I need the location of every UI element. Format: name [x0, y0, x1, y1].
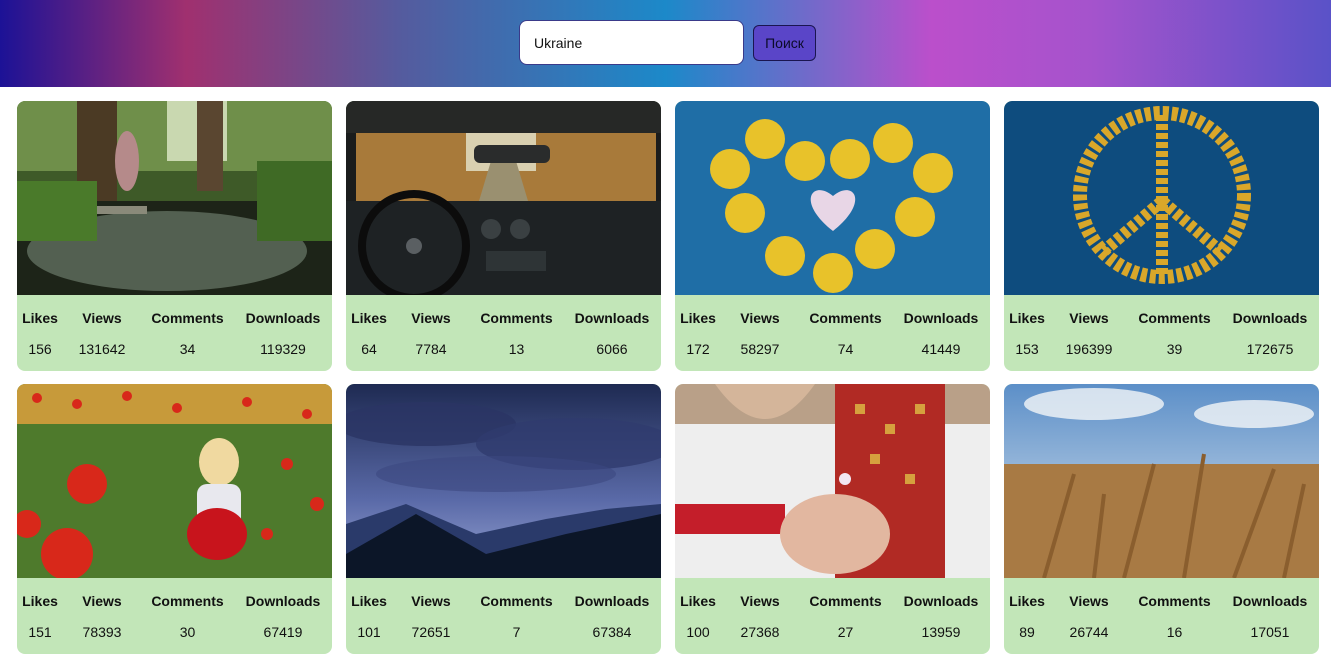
likes-label: Likes: [351, 593, 387, 609]
image-card: Likes Views Comments Downloads 89 26744 …: [1004, 384, 1319, 654]
photo-wheat-field[interactable]: [1004, 384, 1319, 578]
photo-embroidered-shirt[interactable]: [675, 384, 990, 578]
views-value: 78393: [82, 624, 122, 640]
image-card: Likes Views Comments Downloads 100 27368…: [675, 384, 990, 654]
views-value: 72651: [411, 624, 451, 640]
downloads-value: 6066: [596, 341, 628, 357]
likes-value: 100: [686, 624, 710, 640]
downloads-label: Downloads: [903, 593, 979, 609]
comments-value: 39: [1166, 341, 1183, 357]
downloads-value: 67384: [592, 624, 632, 640]
image-card: Likes Views Comments Downloads 64 7784 1…: [346, 101, 661, 371]
photo-poppy-field[interactable]: [17, 384, 332, 578]
likes-value: 151: [28, 624, 52, 640]
downloads-value: 17051: [1250, 624, 1290, 640]
downloads-label: Downloads: [1232, 593, 1308, 609]
comments-label: Comments: [809, 593, 882, 609]
views-value: 196399: [1065, 341, 1113, 357]
views-value: 26744: [1069, 624, 1109, 640]
views-value: 58297: [740, 341, 780, 357]
downloads-value: 119329: [260, 341, 306, 357]
comments-value: 7: [512, 624, 521, 640]
views-label: Views: [1069, 310, 1109, 326]
image-card: Likes Views Comments Downloads 101 72651…: [346, 384, 661, 654]
photo-mountain-sky[interactable]: [346, 384, 661, 578]
comments-value: 13: [508, 341, 525, 357]
comments-label: Comments: [480, 310, 553, 326]
downloads-value: 41449: [921, 341, 961, 357]
photo-girl-by-stream[interactable]: [17, 101, 332, 295]
search-input[interactable]: [519, 20, 744, 65]
comments-label: Comments: [151, 310, 224, 326]
views-value: 7784: [415, 341, 447, 357]
header-bar: Поиск: [0, 0, 1331, 87]
views-value: 27368: [740, 624, 780, 640]
views-label: Views: [740, 310, 780, 326]
views-label: Views: [82, 310, 122, 326]
views-label: Views: [411, 310, 451, 326]
downloads-label: Downloads: [903, 310, 979, 326]
search-button[interactable]: Поиск: [753, 24, 816, 61]
downloads-label: Downloads: [574, 593, 650, 609]
photo-car-dashboard[interactable]: [346, 101, 661, 295]
comments-value: 27: [837, 624, 854, 640]
image-card: Likes Views Comments Downloads 153 19639…: [1004, 101, 1319, 371]
comments-value: 74: [837, 341, 854, 357]
likes-value: 64: [361, 341, 377, 357]
views-label: Views: [1069, 593, 1109, 609]
likes-value: 89: [1019, 624, 1035, 640]
likes-label: Likes: [1009, 593, 1045, 609]
comments-value: 30: [179, 624, 196, 640]
likes-label: Likes: [351, 310, 387, 326]
search-form: Поиск: [519, 20, 816, 65]
likes-label: Likes: [22, 310, 58, 326]
downloads-label: Downloads: [574, 310, 650, 326]
likes-label: Likes: [22, 593, 58, 609]
comments-label: Comments: [809, 310, 882, 326]
downloads-value: 172675: [1246, 341, 1294, 357]
image-card: Likes Views Comments Downloads 151 78393…: [17, 384, 332, 654]
downloads-label: Downloads: [1232, 310, 1308, 326]
comments-value: 16: [1166, 624, 1183, 640]
comments-label: Comments: [1138, 310, 1211, 326]
downloads-value: 67419: [263, 624, 303, 640]
image-gallery: Likes Views Comments Downloads 156 13164…: [17, 101, 1319, 654]
comments-value: 34: [179, 341, 196, 357]
views-label: Views: [740, 593, 780, 609]
comments-label: Comments: [480, 593, 553, 609]
views-label: Views: [411, 593, 451, 609]
likes-value: 156: [28, 341, 52, 357]
downloads-label: Downloads: [245, 593, 321, 609]
photo-peace-sign[interactable]: [1004, 101, 1319, 295]
downloads-value: 13959: [921, 624, 961, 640]
likes-value: 153: [1015, 341, 1039, 357]
likes-label: Likes: [1009, 310, 1045, 326]
likes-value: 172: [686, 341, 710, 357]
likes-label: Likes: [680, 310, 716, 326]
likes-label: Likes: [680, 593, 716, 609]
views-value: 131642: [78, 341, 126, 357]
photo-flower-heart[interactable]: [675, 101, 990, 295]
downloads-label: Downloads: [245, 310, 321, 326]
comments-label: Comments: [1138, 593, 1211, 609]
views-label: Views: [82, 593, 122, 609]
likes-value: 101: [357, 624, 381, 640]
comments-label: Comments: [151, 593, 224, 609]
image-card: Likes Views Comments Downloads 156 13164…: [17, 101, 332, 371]
image-card: Likes Views Comments Downloads 172 58297…: [675, 101, 990, 371]
